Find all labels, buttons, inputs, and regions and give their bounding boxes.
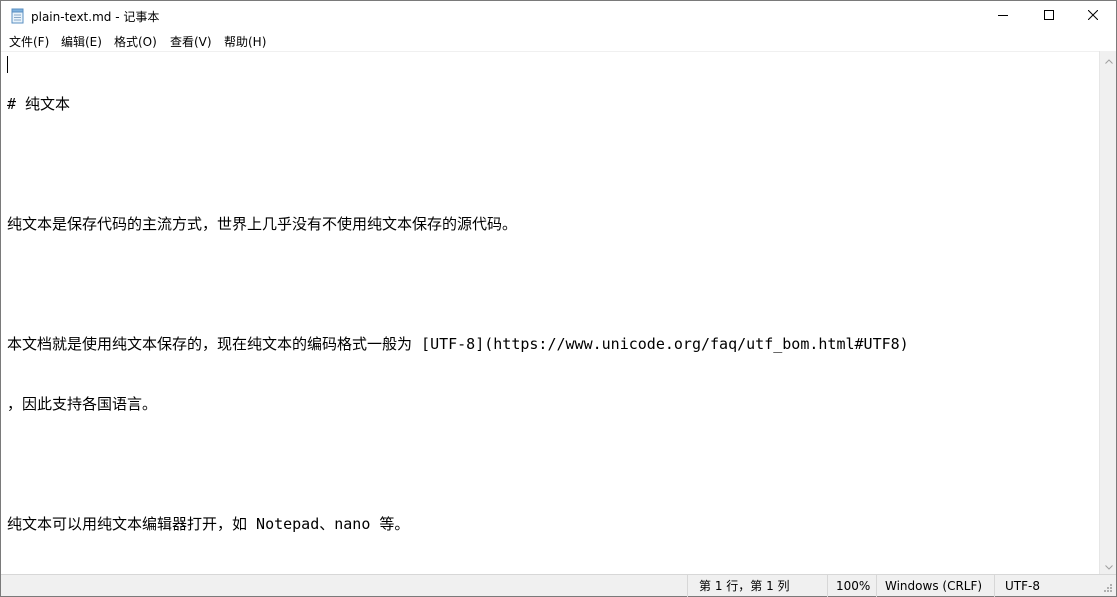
menu-edit[interactable]: 编辑(E) — [60, 33, 103, 50]
chevron-up-icon — [1104, 53, 1113, 67]
editor-line: 本文档就是使用纯文本保存的，现在纯文本的编码格式一般为 [UTF-8](http… — [7, 335, 909, 353]
text-editor[interactable]: # 纯文本 ​ 纯文本是保存代码的主流方式，世界上几乎没有不使用纯文本保存的源代… — [1, 51, 1099, 574]
menu-bar: 文件(F) 编辑(E) 格式(O) 查看(V) 帮助(H) — [1, 31, 1116, 51]
chevron-down-icon — [1104, 559, 1113, 573]
status-bar: 第 1 行，第 1 列 100% Windows (CRLF) UTF-8 — [1, 574, 1116, 597]
editor-content[interactable]: # 纯文本 ​ 纯文本是保存代码的主流方式，世界上几乎没有不使用纯文本保存的源代… — [7, 54, 1097, 574]
notepad-icon[interactable] — [11, 8, 25, 24]
minimize-icon — [998, 9, 1008, 23]
encoding: UTF-8 — [994, 575, 1099, 597]
close-icon — [1087, 9, 1099, 23]
menu-help[interactable]: 帮助(H) — [223, 33, 267, 50]
scroll-up-button[interactable] — [1100, 51, 1117, 68]
editor-line: ​ — [7, 154, 1097, 174]
title-bar: plain-text.md - 记事本 — [1, 1, 1116, 31]
scroll-down-button[interactable] — [1100, 557, 1117, 574]
maximize-button[interactable] — [1026, 1, 1072, 31]
resize-grip-icon[interactable] — [1101, 580, 1113, 594]
maximize-icon — [1044, 9, 1054, 23]
editor-line: ​ — [7, 454, 1097, 474]
editor-line: 纯文本是保存代码的主流方式，世界上几乎没有不使用纯文本保存的源代码。 — [7, 215, 518, 233]
editor-line: # 纯文本 — [7, 95, 71, 113]
menu-format[interactable]: 格式(O) — [113, 33, 158, 50]
close-button[interactable] — [1070, 1, 1116, 31]
vertical-scrollbar[interactable] — [1099, 51, 1116, 574]
zoom-level: 100% — [827, 575, 876, 597]
line-ending: Windows (CRLF) — [876, 575, 994, 597]
minimize-button[interactable] — [980, 1, 1026, 31]
window-title: plain-text.md - 记事本 — [31, 10, 160, 24]
menu-view[interactable]: 查看(V) — [169, 33, 213, 50]
editor-line: 纯文本可以用纯文本编辑器打开，如 Notepad、nano 等。 — [7, 515, 410, 533]
notepad-window: plain-text.md - 记事本 文件(F) 编辑(E) 格式(O) 查看… — [0, 0, 1117, 597]
cursor-position: 第 1 行，第 1 列 — [687, 575, 827, 597]
editor-line: ​ — [7, 274, 1097, 294]
editor-line: ，因此支持各国语言。 — [7, 395, 158, 413]
menu-file[interactable]: 文件(F) — [8, 33, 50, 50]
